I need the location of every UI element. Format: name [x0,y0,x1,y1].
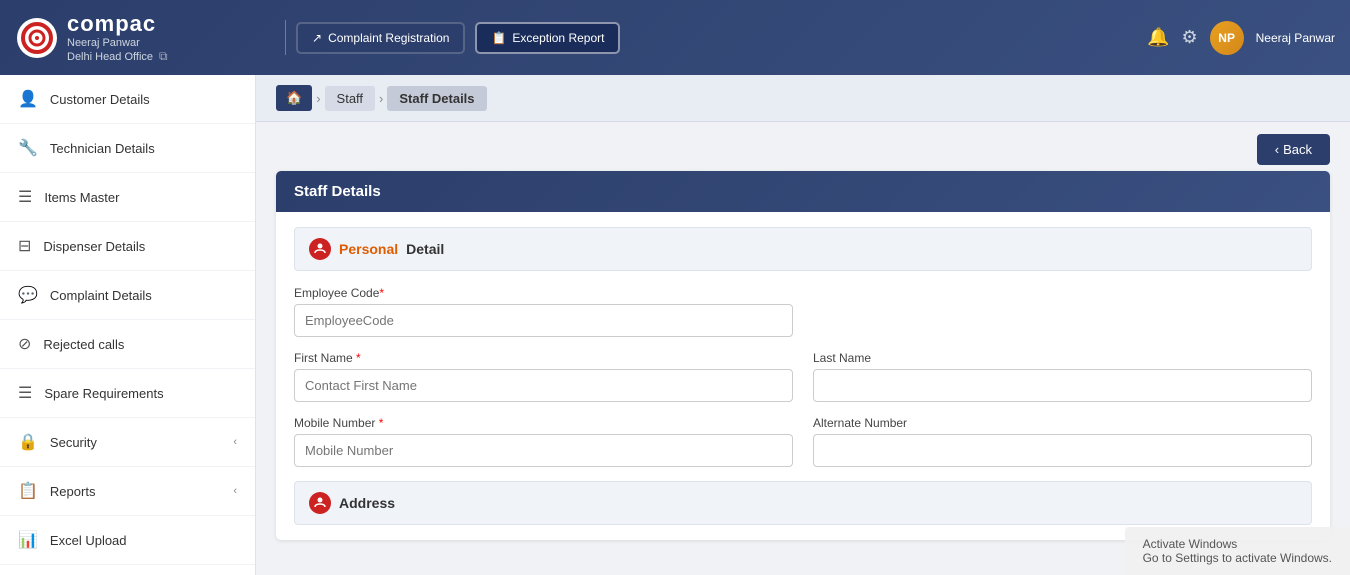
address-label: Address [339,495,395,511]
sidebar-label-spare: Spare Requirements [44,386,237,401]
complaint-icon: 💬 [18,285,38,305]
sidebar-item-technician-details[interactable]: 🔧 Technician Details [0,124,255,173]
sidebar-item-security[interactable]: 🔒 Security ‹ [0,418,255,467]
sidebar-label-rejected: Rejected calls [43,337,237,352]
items-icon: ☰ [18,187,32,207]
complaint-registration-button[interactable]: ↗ Complaint Registration [296,22,465,54]
sidebar-item-dispenser-details[interactable]: ⊟ Dispenser Details [0,222,255,271]
first-name-group: First Name * [294,351,793,402]
technician-icon: 🔧 [18,138,38,158]
sidebar-label-security: Security [50,435,221,450]
last-name-label: Last Name [813,351,1312,365]
personal-label: Personal [339,241,398,257]
employee-code-input[interactable] [294,304,793,337]
sidebar-label-customer: Customer Details [50,92,237,107]
logo-text-area: compac Neeraj Panwar Delhi Head Office ⧉ [67,11,168,64]
exception-report-button[interactable]: 📋 Exception Report [475,22,620,54]
last-name-input[interactable] [813,369,1312,402]
sidebar-item-rejected-calls[interactable]: ⊘ Rejected calls [0,320,255,369]
security-arrow: ‹ [233,436,237,448]
sidebar-label-reports: Reports [50,484,221,499]
breadcrumb-chevron-2: › [379,91,383,106]
back-button[interactable]: ‹ Back [1257,134,1330,165]
logo-area: compac Neeraj Panwar Delhi Head Office ⧉ [15,11,275,64]
sidebar-item-excel-upload[interactable]: 📊 Excel Upload [0,516,255,565]
brand-name: compac [67,11,168,37]
breadcrumb: 🏠 › Staff › Staff Details [256,75,1350,122]
back-icon: ‹ [1275,142,1279,157]
spare-icon: ☰ [18,383,32,403]
last-name-group: Last Name [813,351,1312,402]
mobile-number-label: Mobile Number * [294,416,793,430]
header-divider [285,20,286,55]
report-icon: 📋 [491,31,506,45]
reports-arrow: ‹ [233,485,237,497]
alternate-number-input[interactable] [813,434,1312,467]
sidebar-label-dispenser: Dispenser Details [43,239,237,254]
name-row: First Name * Last Name [294,351,1312,402]
sidebar-item-items-master[interactable]: ☰ Items Master [0,173,255,222]
breadcrumb-staff-details: Staff Details [387,86,486,111]
sidebar-label-excel: Excel Upload [50,533,237,548]
office-name: Delhi Head Office ⧉ [67,49,168,64]
breadcrumb-staff[interactable]: Staff [325,86,376,111]
first-name-input[interactable] [294,369,793,402]
alternate-number-label: Alternate Number [813,416,1312,430]
complaint-icon: ↗ [312,31,322,45]
address-section-icon [309,492,331,514]
personal-detail-section: Personal Detail [294,227,1312,271]
sidebar-item-complaint-details[interactable]: 💬 Complaint Details [0,271,255,320]
customer-icon: 👤 [18,89,38,109]
back-label: Back [1283,142,1312,157]
card-body: Personal Detail Employee Code* [276,212,1330,540]
personal-section-icon [309,238,331,260]
empty-group-1 [813,286,1312,337]
logo-icon [15,16,59,60]
excel-icon: 📊 [18,530,38,550]
sidebar-label-complaint: Complaint Details [50,288,237,303]
security-icon: 🔒 [18,432,38,452]
sidebar-label-items: Items Master [44,190,237,205]
settings-icon[interactable]: ⚙ [1181,27,1197,48]
avatar[interactable]: NP [1210,21,1244,55]
header-buttons: ↗ Complaint Registration 📋 Exception Rep… [296,22,1147,54]
header: compac Neeraj Panwar Delhi Head Office ⧉… [0,0,1350,75]
main-layout: 👤 Customer Details 🔧 Technician Details … [0,75,1350,575]
user-name-header: Neeraj Panwar [67,37,168,49]
sidebar-item-reports[interactable]: 📋 Reports ‹ [0,467,255,516]
employee-code-row: Employee Code* [294,286,1312,337]
reports-icon: 📋 [18,481,38,501]
address-section: Address [294,481,1312,525]
bell-icon[interactable]: 🔔 [1147,27,1169,48]
mobile-number-group: Mobile Number * [294,416,793,467]
header-right: 🔔 ⚙ NP Neeraj Panwar [1147,21,1335,55]
sidebar-label-technician: Technician Details [50,141,237,156]
back-area: ‹ Back [256,122,1350,171]
copy-icon[interactable]: ⧉ [159,49,168,64]
sidebar-item-spare-requirements[interactable]: ☰ Spare Requirements [0,369,255,418]
sidebar: 👤 Customer Details 🔧 Technician Details … [0,75,256,575]
content-area: 🏠 › Staff › Staff Details ‹ Back Staff D… [256,75,1350,575]
breadcrumb-home[interactable]: 🏠 [276,85,312,111]
mobile-number-input[interactable] [294,434,793,467]
detail-label: Detail [406,241,444,257]
header-username: Neeraj Panwar [1256,31,1335,45]
mobile-row: Mobile Number * Alternate Number [294,416,1312,467]
employee-code-group: Employee Code* [294,286,793,337]
breadcrumb-chevron-1: › [316,91,320,106]
first-name-label: First Name * [294,351,793,365]
rejected-icon: ⊘ [18,334,31,354]
employee-code-label: Employee Code* [294,286,793,300]
dispenser-icon: ⊟ [18,236,31,256]
card-header: Staff Details [276,171,1330,212]
sidebar-item-customer-details[interactable]: 👤 Customer Details [0,75,255,124]
staff-details-card: Staff Details Personal Detail [276,171,1330,540]
alternate-number-group: Alternate Number [813,416,1312,467]
